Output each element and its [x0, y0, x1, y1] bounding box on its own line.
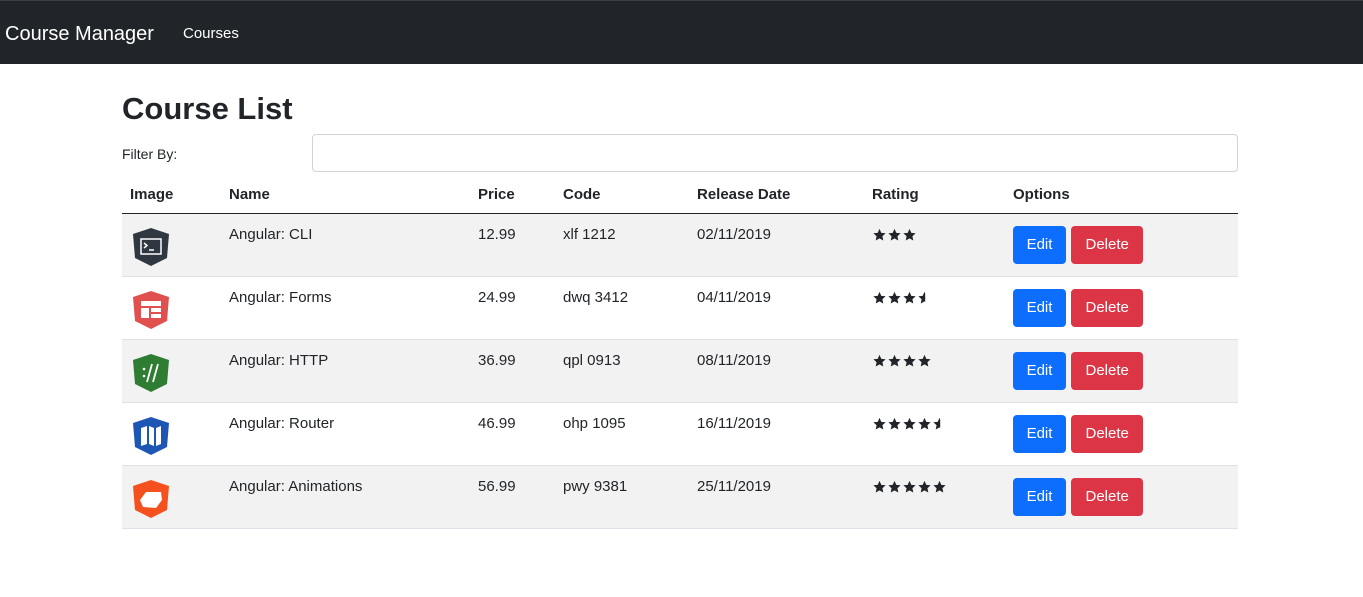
page-title: Course List	[122, 91, 293, 126]
star-full-icon	[873, 354, 886, 367]
rating-stars	[872, 289, 997, 305]
delete-button[interactable]: Delete	[1071, 351, 1144, 390]
course-name: Angular: CLI	[221, 213, 470, 277]
course-price: 36.99	[470, 339, 555, 403]
course-release-date: 16/11/2019	[689, 402, 864, 466]
course-rating	[864, 402, 1005, 466]
course-code: xlf 1212	[555, 213, 689, 277]
course-image-cell	[122, 276, 221, 340]
http-icon	[133, 353, 169, 392]
filter-label: Filter By:	[122, 146, 178, 162]
edit-button[interactable]: Edit	[1013, 414, 1066, 453]
star-full-icon	[903, 291, 916, 304]
course-code: dwq 3412	[555, 276, 689, 340]
course-code: pwy 9381	[555, 465, 689, 529]
header-name: Name	[221, 176, 470, 214]
rating-stars	[872, 478, 997, 494]
table-row: Angular: Router 46.99 ohp 1095 16/11/2019 Ed…	[122, 402, 1238, 466]
course-options: Edit Delete	[1005, 465, 1238, 529]
course-price: 12.99	[470, 213, 555, 277]
course-options: Edit Delete	[1005, 213, 1238, 277]
router-map-icon	[133, 416, 169, 455]
course-rating	[864, 276, 1005, 340]
brand-link[interactable]: Course Manager	[5, 21, 154, 47]
header-code: Code	[555, 176, 689, 214]
courses-table: Image Name Price Code Release Date Ratin…	[122, 176, 1238, 529]
star-full-icon	[888, 354, 901, 367]
table-row: Angular: Forms 24.99 dwq 3412 04/11/2019 Edi…	[122, 276, 1238, 340]
course-options: Edit Delete	[1005, 402, 1238, 466]
star-full-icon	[888, 228, 901, 241]
course-release-date: 25/11/2019	[689, 465, 864, 529]
delete-button[interactable]: Delete	[1071, 477, 1144, 516]
star-full-icon	[873, 480, 886, 493]
course-price: 46.99	[470, 402, 555, 466]
table-row: Angular: HTTP 36.99 qpl 0913 08/11/2019 Edit…	[122, 339, 1238, 403]
edit-button[interactable]: Edit	[1013, 351, 1066, 390]
course-options: Edit Delete	[1005, 339, 1238, 403]
rating-stars	[872, 415, 997, 431]
table-row: Angular: CLI 12.99 xlf 1212 02/11/2019 Edit …	[122, 213, 1238, 277]
course-price: 56.99	[470, 465, 555, 529]
star-full-icon	[903, 417, 916, 430]
star-half-icon	[933, 417, 941, 430]
course-release-date: 04/11/2019	[689, 276, 864, 340]
delete-button[interactable]: Delete	[1071, 225, 1144, 264]
rating-stars	[872, 352, 997, 368]
course-rating	[864, 213, 1005, 277]
animations-icon	[133, 479, 169, 518]
star-full-icon	[918, 480, 931, 493]
star-full-icon	[888, 480, 901, 493]
course-image-cell	[122, 465, 221, 529]
star-full-icon	[903, 228, 916, 241]
header-options: Options	[1005, 176, 1238, 214]
course-image-cell	[122, 402, 221, 466]
top-navbar: Course Manager Courses	[0, 0, 1363, 64]
rating-stars	[872, 226, 997, 242]
course-code: qpl 0913	[555, 339, 689, 403]
star-full-icon	[918, 354, 931, 367]
delete-button[interactable]: Delete	[1071, 414, 1144, 453]
course-rating	[864, 339, 1005, 403]
table-row: Angular: Animations 56.99 pwy 9381 25/11/20…	[122, 465, 1238, 529]
star-full-icon	[873, 291, 886, 304]
course-image-cell	[122, 339, 221, 403]
header-image: Image	[122, 176, 221, 214]
star-full-icon	[933, 480, 946, 493]
header-release-date: Release Date	[689, 176, 864, 214]
star-full-icon	[873, 417, 886, 430]
course-options: Edit Delete	[1005, 276, 1238, 340]
course-name: Angular: HTTP	[221, 339, 470, 403]
header-rating: Rating	[864, 176, 1005, 214]
forms-icon	[133, 290, 169, 329]
table-body: Angular: CLI 12.99 xlf 1212 02/11/2019 Edit …	[122, 213, 1238, 529]
star-half-icon	[918, 291, 926, 304]
table-header-row: Image Name Price Code Release Date Ratin…	[122, 176, 1238, 214]
edit-button[interactable]: Edit	[1013, 288, 1066, 327]
star-full-icon	[888, 417, 901, 430]
course-rating	[864, 465, 1005, 529]
star-full-icon	[903, 354, 916, 367]
course-name: Angular: Forms	[221, 276, 470, 340]
star-full-icon	[888, 291, 901, 304]
delete-button[interactable]: Delete	[1071, 288, 1144, 327]
course-image-cell	[122, 213, 221, 277]
star-full-icon	[873, 228, 886, 241]
course-release-date: 08/11/2019	[689, 339, 864, 403]
course-release-date: 02/11/2019	[689, 213, 864, 277]
star-full-icon	[918, 417, 931, 430]
filter-input[interactable]	[312, 134, 1238, 172]
course-name: Angular: Router	[221, 402, 470, 466]
course-name: Angular: Animations	[221, 465, 470, 529]
nav-link-courses[interactable]: Courses	[183, 25, 239, 43]
header-price: Price	[470, 176, 555, 214]
star-full-icon	[903, 480, 916, 493]
edit-button[interactable]: Edit	[1013, 225, 1066, 264]
course-code: ohp 1095	[555, 402, 689, 466]
course-price: 24.99	[470, 276, 555, 340]
edit-button[interactable]: Edit	[1013, 477, 1066, 516]
cli-terminal-icon	[133, 227, 169, 266]
